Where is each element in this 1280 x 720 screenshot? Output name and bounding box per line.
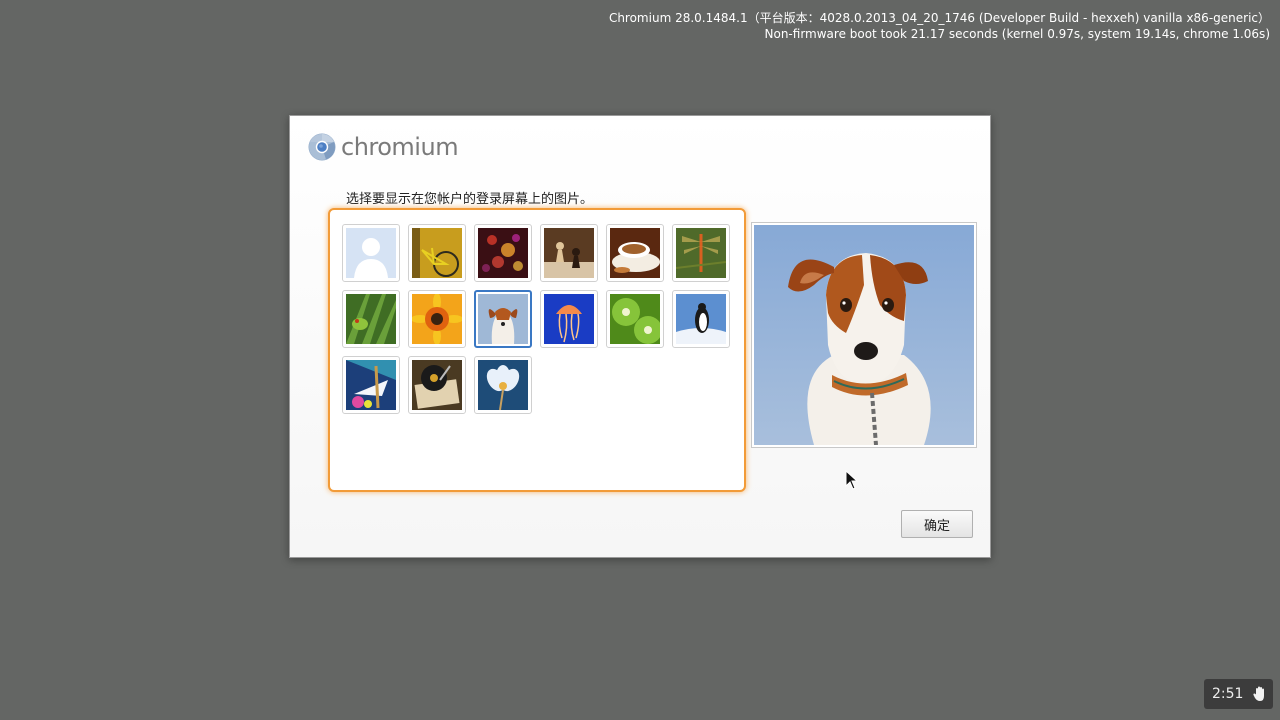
puppy-preview-image: [754, 225, 974, 445]
version-info: Chromium 28.0.1484.1（平台版本：4028.0.2013_04…: [609, 10, 1270, 42]
bicycle-image[interactable]: [408, 224, 466, 282]
user-image-dialog: chromium 选择要显示在您帐户的登录屏幕上的图片。 确定: [289, 115, 991, 558]
fireworks-bokeh-image[interactable]: [474, 224, 532, 282]
ok-button[interactable]: 确定: [901, 510, 973, 538]
default-profile-image[interactable]: [342, 224, 400, 282]
hand-icon: [1253, 686, 1265, 701]
puppy-image[interactable]: [474, 290, 532, 348]
coffee-cup-image[interactable]: [606, 224, 664, 282]
turntable-image[interactable]: [408, 356, 466, 414]
clock: 2:51: [1212, 686, 1244, 702]
status-tray[interactable]: 2:51: [1204, 679, 1273, 709]
orange-flower-image[interactable]: [408, 290, 466, 348]
penguin-image[interactable]: [672, 290, 730, 348]
dragonfly-image[interactable]: [672, 224, 730, 282]
frog-on-leaves-image[interactable]: [342, 290, 400, 348]
boot-time-line: Non-firmware boot took 21.17 seconds (ke…: [764, 27, 1271, 41]
brand-name: chromium: [341, 133, 459, 161]
selected-image-preview: [751, 222, 977, 448]
version-line: Chromium 28.0.1484.1（平台版本：4028.0.2013_04…: [608, 11, 1270, 25]
kiwi-slices-image[interactable]: [606, 290, 664, 348]
chess-pieces-image[interactable]: [540, 224, 598, 282]
paper-boat-image[interactable]: [342, 356, 400, 414]
mouse-cursor-icon: [845, 470, 859, 490]
prompt-text: 选择要显示在您帐户的登录屏幕上的图片。: [346, 192, 594, 207]
chromium-logo: chromium: [308, 132, 459, 162]
jellyfish-image[interactable]: [540, 290, 598, 348]
chromium-logo-icon: [308, 133, 336, 161]
image-grid: [328, 208, 746, 492]
white-flower-image[interactable]: [474, 356, 532, 414]
